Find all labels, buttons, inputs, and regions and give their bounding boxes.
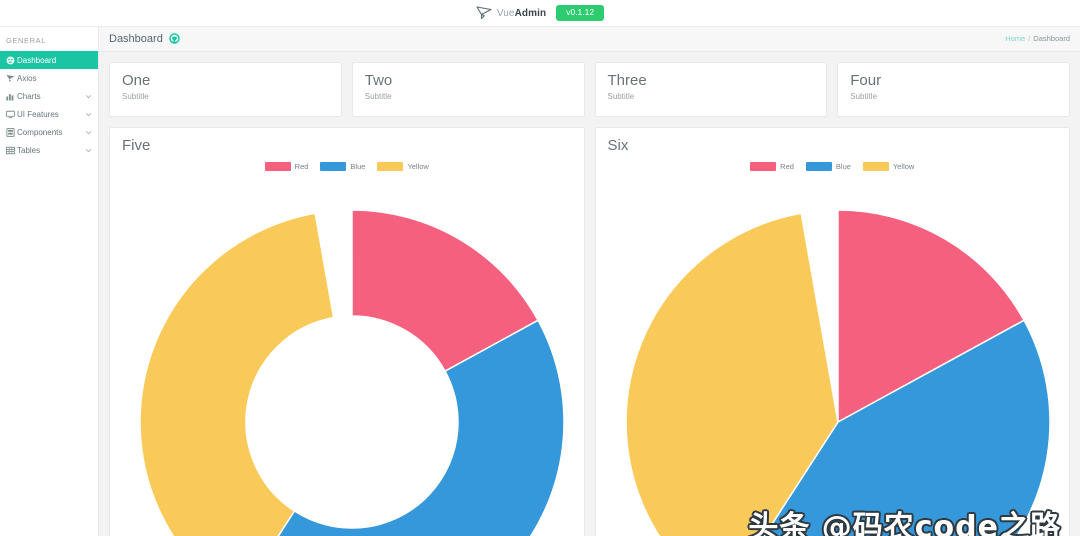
stat-card-subtitle: Subtitle [850, 91, 877, 101]
chart-cards-row: Five Red Blue Yellow Six Red Blue Yellow… [109, 126, 1070, 536]
sidebar-item-label: Tables [17, 145, 41, 155]
sidebar-item-dashboard[interactable]: Dashboard [0, 51, 98, 69]
sidebar-item-label: UI Features [17, 109, 59, 119]
top-brand-bar: VueAdmin v0.1.12 [0, 0, 1080, 27]
legend-item-red[interactable]: Red [264, 161, 309, 171]
sidebar-item-tables[interactable]: Tables [0, 141, 98, 159]
stat-card-title: Three [607, 71, 647, 89]
doughnut-chart[interactable] [122, 177, 572, 536]
breadcrumb: Home / Dashboard [1005, 34, 1070, 43]
stat-card-two[interactable]: Two Subtitle [351, 61, 585, 117]
legend-label: Blue [350, 161, 366, 171]
main-content: Dashboard Home / Dashboard One Subtitle [99, 27, 1080, 536]
brand-text: VueAdmin [497, 8, 546, 19]
chart-legend: Red Blue Yellow [608, 161, 1058, 171]
bar-chart-icon [6, 92, 17, 101]
sidebar-item-components[interactable]: Components [0, 123, 98, 141]
grid-icon [6, 127, 17, 137]
chevron-down-icon[interactable] [85, 111, 92, 118]
github-icon[interactable] [169, 33, 180, 45]
stat-card-title: Two [364, 71, 393, 89]
legend-item-blue[interactable]: Blue [320, 161, 366, 171]
breadcrumb-home[interactable]: Home [1005, 34, 1025, 43]
legend-label: Red [780, 161, 794, 171]
sidebar-section-title: GENERAL [6, 36, 47, 45]
legend-swatch [862, 161, 889, 171]
chart-card-six: Six Red Blue Yellow 头条 @码农code之路 [594, 126, 1070, 536]
stat-card-title: Four [850, 71, 882, 89]
legend-label: Yellow [407, 161, 429, 171]
paper-plane-icon [6, 74, 17, 83]
sidebar-item-label: Axios [17, 73, 37, 83]
sidebar-item-ui-features[interactable]: UI Features [0, 105, 98, 123]
pie-slice-blue[interactable] [237, 319, 565, 536]
stat-card-subtitle: Subtitle [607, 91, 635, 101]
chart-card-title: Six [607, 136, 629, 154]
sidebar-item-label: Charts [17, 91, 41, 101]
legend-swatch [264, 161, 291, 171]
paper-plane-icon [476, 6, 492, 20]
chart-card-title: Five [122, 136, 151, 154]
legend-swatch [320, 161, 347, 171]
stat-card-four[interactable]: Four Subtitle [837, 61, 1070, 117]
pie-slice-yellow[interactable] [139, 212, 335, 536]
page-header: Dashboard Home / Dashboard [99, 27, 1080, 52]
legend-swatch [750, 161, 777, 171]
legend-label: Red [294, 161, 309, 171]
table-icon [6, 146, 17, 155]
monitor-icon [6, 110, 17, 119]
chevron-down-icon[interactable] [85, 129, 92, 136]
legend-swatch [805, 161, 832, 171]
page-title: Dashboard [109, 32, 163, 45]
sidebar-item-label: Dashboard [17, 55, 57, 65]
legend-label: Yellow [892, 161, 915, 171]
breadcrumb-current: Dashboard [1033, 34, 1070, 44]
app-shell: GENERAL Dashboard Axios Charts UI Featur… [0, 27, 1080, 536]
dashboard-icon [6, 56, 17, 65]
stat-card-subtitle: Subtitle [364, 91, 392, 101]
sidebar-item-charts[interactable]: Charts [0, 87, 98, 105]
sidebar: GENERAL Dashboard Axios Charts UI Featur… [0, 27, 99, 536]
chart-legend: Red Blue Yellow [122, 161, 572, 171]
breadcrumb-separator: / [1028, 34, 1031, 44]
legend-item-red[interactable]: Red [750, 161, 794, 171]
legend-item-yellow[interactable]: Yellow [377, 161, 429, 171]
chevron-down-icon[interactable] [85, 147, 92, 154]
version-badge: v0.1.12 [556, 5, 605, 21]
legend-item-blue[interactable]: Blue [805, 161, 851, 171]
stat-cards-row: One Subtitle Two Subtitle Three Subtitle… [109, 61, 1070, 117]
legend-item-yellow[interactable]: Yellow [862, 161, 915, 171]
stat-card-three[interactable]: Three Subtitle [594, 61, 828, 117]
chevron-down-icon[interactable] [85, 93, 92, 100]
sidebar-item-label: Components [17, 127, 63, 137]
brand-suffix: Admin [514, 7, 547, 19]
stat-card-title: One [122, 71, 151, 89]
legend-swatch [377, 161, 404, 171]
sidebar-item-axios[interactable]: Axios [0, 69, 98, 87]
pie-chart[interactable] [608, 177, 1058, 536]
stat-card-subtitle: Subtitle [122, 91, 149, 101]
brand[interactable]: VueAdmin v0.1.12 [476, 5, 605, 21]
content-body: One Subtitle Two Subtitle Three Subtitle… [99, 52, 1080, 536]
chart-card-five: Five Red Blue Yellow [109, 126, 585, 536]
stat-card-one[interactable]: One Subtitle [109, 61, 342, 117]
brand-prefix: Vue [496, 7, 515, 19]
legend-label: Blue [835, 161, 851, 171]
